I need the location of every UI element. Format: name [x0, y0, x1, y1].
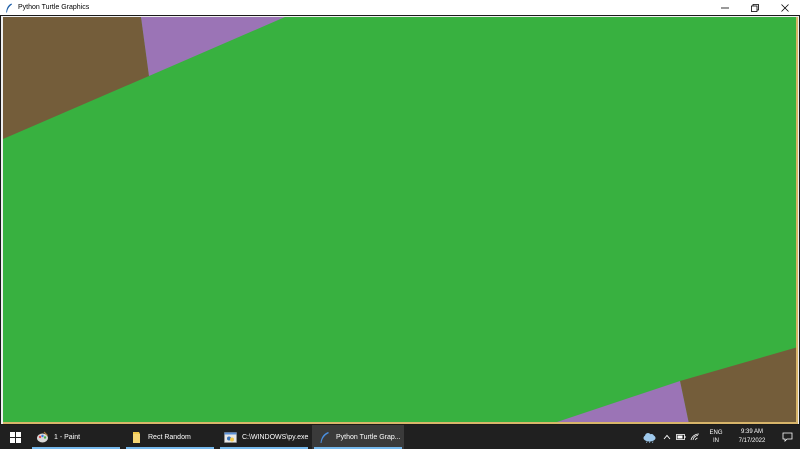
taskbar-item-turtle-graphics[interactable]: Python Turtle Grap...: [312, 425, 404, 449]
taskbar-item-label: 1 - Paint: [54, 433, 81, 441]
taskbar-item-label: C:\WINDOWS\py.exe: [242, 433, 309, 441]
window-titlebar[interactable]: Python Turtle Graphics: [0, 0, 800, 15]
language-region: IN: [713, 438, 719, 444]
taskbar-item-rect-random[interactable]: Rect Random: [124, 425, 216, 449]
weather-cloud-icon[interactable]: [638, 425, 660, 449]
windows-logo-icon: [9, 431, 21, 443]
window-title: Python Turtle Graphics: [18, 4, 90, 11]
notifications-button[interactable]: [774, 425, 800, 449]
window-controls: [710, 0, 800, 15]
notification-icon: [782, 432, 792, 442]
taskbar-item-paint[interactable]: 1 - Paint: [30, 425, 122, 449]
taskbar-item-py-exe[interactable]: C:\WINDOWS\py.exe: [218, 425, 310, 449]
turtle-drawing: [3, 17, 798, 424]
folder-icon: [130, 431, 143, 444]
wifi-icon[interactable]: [688, 425, 702, 449]
paint-icon: [36, 431, 49, 444]
canvas-frame: [0, 15, 800, 425]
start-button[interactable]: [0, 425, 30, 449]
battery-icon[interactable]: [674, 425, 688, 449]
python-console-icon: [224, 431, 237, 444]
clock-time: 9:39 AM: [740, 429, 763, 435]
restore-icon: [751, 3, 759, 12]
clock[interactable]: 9:39 AM 7/17/2022: [730, 428, 774, 446]
clock-date: 7/17/2022: [738, 438, 766, 444]
language-code: ENG: [709, 430, 723, 436]
close-button[interactable]: [770, 0, 800, 15]
turtle-feather-icon: [318, 431, 331, 444]
taskbar-item-label: Python Turtle Grap...: [336, 433, 401, 441]
taskbar-item-label: Rect Random: [148, 433, 191, 441]
system-tray: ENG IN 9:39 AM 7/17/2022: [638, 425, 800, 449]
restore-button[interactable]: [740, 0, 770, 15]
close-icon: [781, 3, 789, 12]
minimize-button[interactable]: [710, 0, 740, 15]
turtle-canvas[interactable]: [3, 17, 798, 424]
minimize-icon: [721, 7, 729, 8]
canvas-border-right: [796, 17, 798, 424]
taskbar: 1 - Paint Rect Random C:\WINDOWS\py.exe: [0, 425, 800, 449]
language-indicator[interactable]: ENG IN: [706, 429, 726, 445]
feather-icon: [2, 1, 16, 15]
chevron-up-icon[interactable]: [660, 425, 674, 449]
canvas-border-bottom: [3, 422, 798, 424]
